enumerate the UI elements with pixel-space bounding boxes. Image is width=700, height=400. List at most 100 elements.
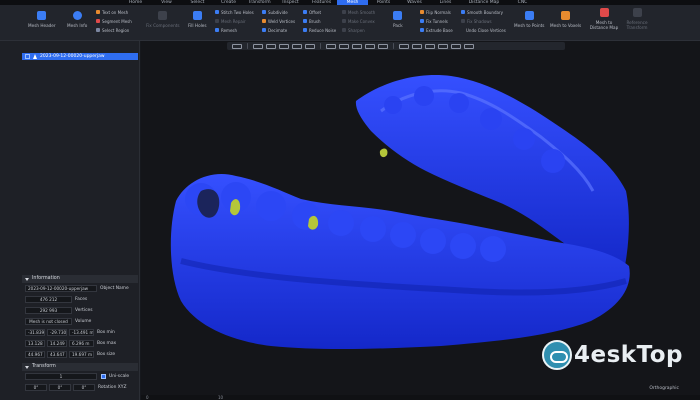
select-region-button[interactable]: Select Region (96, 27, 129, 33)
box-size-x: 44.967 m (25, 351, 45, 358)
visibility-checkbox[interactable] (25, 54, 30, 59)
transform-header[interactable]: Transform (22, 363, 138, 371)
weld-icon (262, 19, 266, 23)
segment-mesh-button[interactable]: Segment Mesh (96, 18, 132, 24)
mesh-to-points-button[interactable]: Mesh to Points (514, 11, 544, 28)
text-on-mesh-button[interactable]: Text on Mesh (96, 9, 128, 15)
make-convex-button[interactable]: Make Convex (342, 18, 375, 24)
scene-tree-item[interactable]: 2023-09-12-00020-upperjaw (22, 53, 138, 60)
select-region-label: Select Region (102, 27, 130, 33)
mesh-to-voxels-button[interactable]: Mesh to Voxels (550, 11, 581, 28)
uni-scale-checkbox[interactable] (101, 374, 106, 379)
sharpen-icon (342, 28, 346, 32)
make-convex-label: Make Convex (348, 18, 375, 24)
repair-icon (215, 19, 219, 23)
flip-normals-label: Flip Normals (426, 9, 451, 15)
remesh-label: Remesh (221, 27, 238, 33)
uni-scale-field[interactable]: 1 (25, 373, 97, 380)
undo-close-vertices-button[interactable]: Undo Close Vertices (466, 27, 506, 33)
remesh-button[interactable]: Remesh (215, 27, 237, 33)
upper-jaw-highlight (379, 148, 388, 158)
flip-normals-button[interactable]: Flip Normals (420, 9, 451, 15)
box-max-z: 6.296 m (69, 340, 94, 347)
lower-tooth-6 (360, 216, 386, 242)
volume-field: Mesh is not closed (25, 318, 72, 325)
reduce-noise-button[interactable]: Reduce Noise (303, 27, 336, 33)
decimate-button[interactable]: Decimate (262, 27, 287, 33)
rotation-x[interactable]: 0° (25, 384, 47, 391)
noise-icon (303, 28, 307, 32)
mesh-to-distance-map-button[interactable]: Mesh to Distance Map (586, 8, 622, 30)
box-size-label: Box size (97, 352, 116, 357)
information-header[interactable]: Information (22, 275, 138, 283)
reduce-noise-label: Reduce Noise (309, 27, 337, 33)
rotation-y[interactable]: 0° (49, 384, 71, 391)
reference-transform-label: Reference Transform (626, 20, 648, 30)
subdivide-button[interactable]: Subdivide (262, 9, 288, 15)
collapse-icon (25, 365, 29, 369)
watermark-logo-icon (542, 340, 572, 370)
vertices-label: Vertices (75, 308, 93, 313)
mesh-type-icon (33, 54, 37, 59)
extrude-base-button[interactable]: Extrude Base (420, 27, 453, 33)
fix-components-button[interactable]: Fix Components (146, 11, 180, 28)
undo-close-vertices-label: Undo Close Vertices (466, 27, 506, 33)
upper-tooth-3 (449, 93, 469, 113)
box-max-y: 14.249 m (47, 340, 67, 347)
upper-tooth-5 (513, 128, 535, 150)
lower-tooth-7 (390, 222, 416, 248)
mesh-header-label: Mesh Header (28, 23, 56, 28)
fill-holes-button[interactable]: Fill Holes (188, 11, 207, 28)
box-min-x: -31.839 m (25, 329, 45, 336)
brush-icon (303, 19, 307, 23)
lower-tooth-10 (480, 236, 506, 262)
watermark-text: 4eskTop (574, 342, 683, 368)
mesh-smooth-button[interactable]: Mesh Smooth (342, 9, 375, 15)
points-icon (524, 11, 534, 20)
ruler-tick-0: 0 (146, 395, 149, 400)
segment-icon (96, 19, 100, 23)
mesh-repair-button[interactable]: Mesh Repair (215, 18, 246, 24)
smooth-boundary-button[interactable]: Smooth Boundary (461, 9, 503, 15)
lower-tooth-9 (450, 233, 476, 259)
shadows-icon (461, 19, 465, 23)
offset-button[interactable]: Offset (303, 9, 321, 15)
fix-tunnels-button[interactable]: Fix Tunnels (420, 18, 448, 24)
reference-icon (632, 8, 642, 17)
sharpen-button[interactable]: Sharpen (342, 27, 365, 33)
stitch-two-holes-button[interactable]: Stitch Two Holes (215, 9, 254, 15)
box-max-x: 13.128 m (25, 340, 45, 347)
mesh-to-points-label: Mesh to Points (514, 23, 545, 28)
sharpen-label: Sharpen (348, 27, 365, 33)
lower-tooth-8 (420, 228, 446, 254)
upper-tooth-1 (384, 96, 402, 114)
mesh-smooth-label: Mesh Smooth (348, 9, 376, 15)
voxels-icon (561, 11, 571, 20)
mesh-header-button[interactable]: Mesh Header (28, 11, 56, 28)
convex-icon (342, 19, 346, 23)
weld-vertices-button[interactable]: Weld Vertices (262, 18, 295, 24)
brush-button[interactable]: Brush (303, 18, 321, 24)
lower-tooth-5 (328, 210, 354, 236)
vertices-field: 292 993 (25, 307, 72, 314)
projection-label: Orthographic (649, 386, 679, 391)
reference-transform-button[interactable]: Reference Transform (622, 8, 652, 30)
ribbon-toolbar: Mesh Header Mesh Info Text on Mesh Segme… (0, 5, 700, 41)
brush-label: Brush (309, 18, 321, 24)
fix-tunnels-label: Fix Tunnels (426, 18, 448, 24)
pack-button[interactable]: Pack (393, 11, 403, 28)
boundary-icon (461, 10, 465, 14)
collapse-icon (25, 277, 29, 281)
transform-title: Transform (32, 364, 56, 369)
rotation-z[interactable]: 0° (73, 384, 95, 391)
fix-shadows-button[interactable]: Fix Shadows (461, 18, 492, 24)
object-name-field[interactable]: 2023-09-12-00020-upperjaw (25, 285, 97, 292)
fill-holes-icon (192, 11, 202, 20)
info-icon (72, 11, 82, 20)
scene-tree-item-label: 2023-09-12-00020-upperjaw (40, 54, 105, 59)
upper-tooth-2 (414, 86, 434, 106)
mesh-to-distance-map-label: Mesh to Distance Map (589, 20, 619, 30)
mesh-info-button[interactable]: Mesh Info (67, 11, 87, 28)
subdivide-label: Subdivide (268, 9, 288, 15)
information-title: Information (32, 276, 60, 281)
